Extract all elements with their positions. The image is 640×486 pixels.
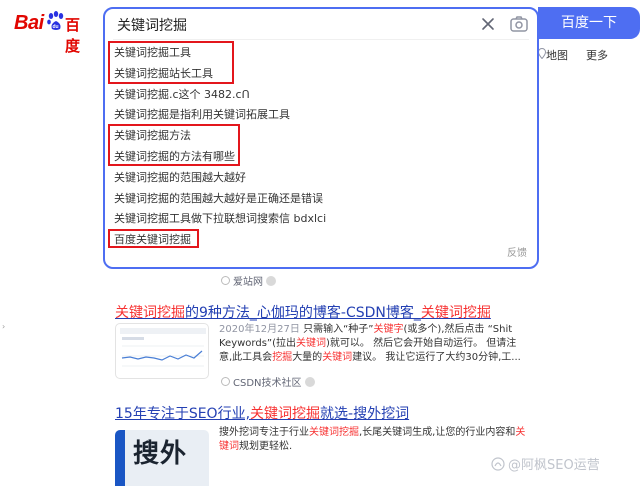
nav-map-link[interactable]: 地图 [546,47,568,63]
abstract-highlight: 挖掘 [272,352,293,363]
annotation-box [108,124,240,166]
result-title-link[interactable]: 15年专注于SEO行业,关键词挖掘就选-搜外挖词 [115,403,409,423]
abstract-text: 只需输入“种子” [299,324,374,335]
title-text: 就选-搜外挖词 [320,406,410,422]
result-thumbnail[interactable] [115,323,209,379]
thumbnail-text: 搜外 [133,439,188,469]
abstract-highlight: 关键词 [296,338,327,349]
account-logo-icon [491,456,505,471]
suggestion-item[interactable]: 关键词挖掘工具做下拉联想词搜索信 bdxlci [105,209,537,230]
abstract-highlight: 关键词挖掘 [309,427,359,438]
title-highlight: 关键词挖掘 [250,406,321,422]
camera-icon[interactable] [509,15,529,33]
result-source[interactable]: CSDN技术社区 [221,374,315,389]
more-options-icon[interactable] [266,275,276,286]
title-text: 的9种方法_心伽玛的博客-CSDN博客_ [185,305,421,321]
left-edge-mark: › [2,322,6,331]
abstract-text: 搜外挖词专注于行业 [219,427,309,438]
result-title-link[interactable]: 关键词挖掘的9种方法_心伽玛的博客-CSDN博客_关键词挖掘 [115,302,491,322]
source-site-icon [221,377,230,386]
svg-text:du: du [53,24,59,30]
suggestion-divider [113,39,529,40]
result-thumbnail[interactable]: 搜外 [115,430,209,486]
search-button[interactable]: 百度一下 [538,7,640,39]
result-source[interactable]: 爱站网 [221,273,276,288]
abstract-text: 大量的 [292,352,323,363]
abstract-highlight: 关键字 [373,324,404,335]
search-input[interactable]: 关键词挖掘 [117,15,187,35]
more-options-icon[interactable] [304,376,315,387]
annotation-box [108,41,234,84]
source-name: 爱站网 [233,277,263,288]
feedback-link[interactable]: 反馈 [507,244,527,259]
watermark-text: @阿枫SEO运营 [508,458,600,473]
paw-icon: du [47,11,64,30]
nav-more-link[interactable]: 更多 [586,47,608,63]
result-abstract: 搜外挖词专注于行业关键词挖掘,长尾关键词生成,让您的行业内容和关键词规划更轻松. [219,426,529,454]
source-name: CSDN技术社区 [233,378,302,389]
annotation-box [108,229,199,248]
abstract-highlight: 关键词 [322,352,353,363]
abstract-text: 建议。 我让它运行了大约30分钟,工... [352,352,521,363]
source-site-icon [221,276,230,285]
abstract-text: 规划更轻松. [239,441,293,452]
logo-latin-text: Bai [14,12,44,34]
title-highlight: 关键词挖掘 [115,305,185,321]
abstract-text: ,长尾关键词生成,让您的行业内容和 [359,427,516,438]
title-text: 15年专注于SEO行业, [115,406,251,422]
suggestion-item[interactable]: 关键词挖掘.c这个 3482.cՈ [105,85,537,106]
logo-cjk-text: 百度 [65,16,81,55]
baidu-logo[interactable]: Bai du 百度 [14,10,94,55]
watermark: @阿枫SEO运营 [491,454,600,473]
result-abstract: 2020年12月27日 只需输入“种子”关键字(或多个),然后点击 “Shit … [219,323,529,365]
title-highlight: 关键词挖掘 [420,305,491,321]
suggestion-item[interactable]: 关键词挖掘的范围越大越好是正确还是错误 [105,189,537,210]
thumbnail-accent-bar [115,430,125,486]
chart-thumbnail-icon [120,328,206,367]
close-icon[interactable] [479,15,497,33]
map-pin-icon [538,48,546,59]
result-date: 2020年12月27日 [219,324,300,335]
suggestion-item[interactable]: 关键词挖掘的范围越大越好 [105,168,537,189]
